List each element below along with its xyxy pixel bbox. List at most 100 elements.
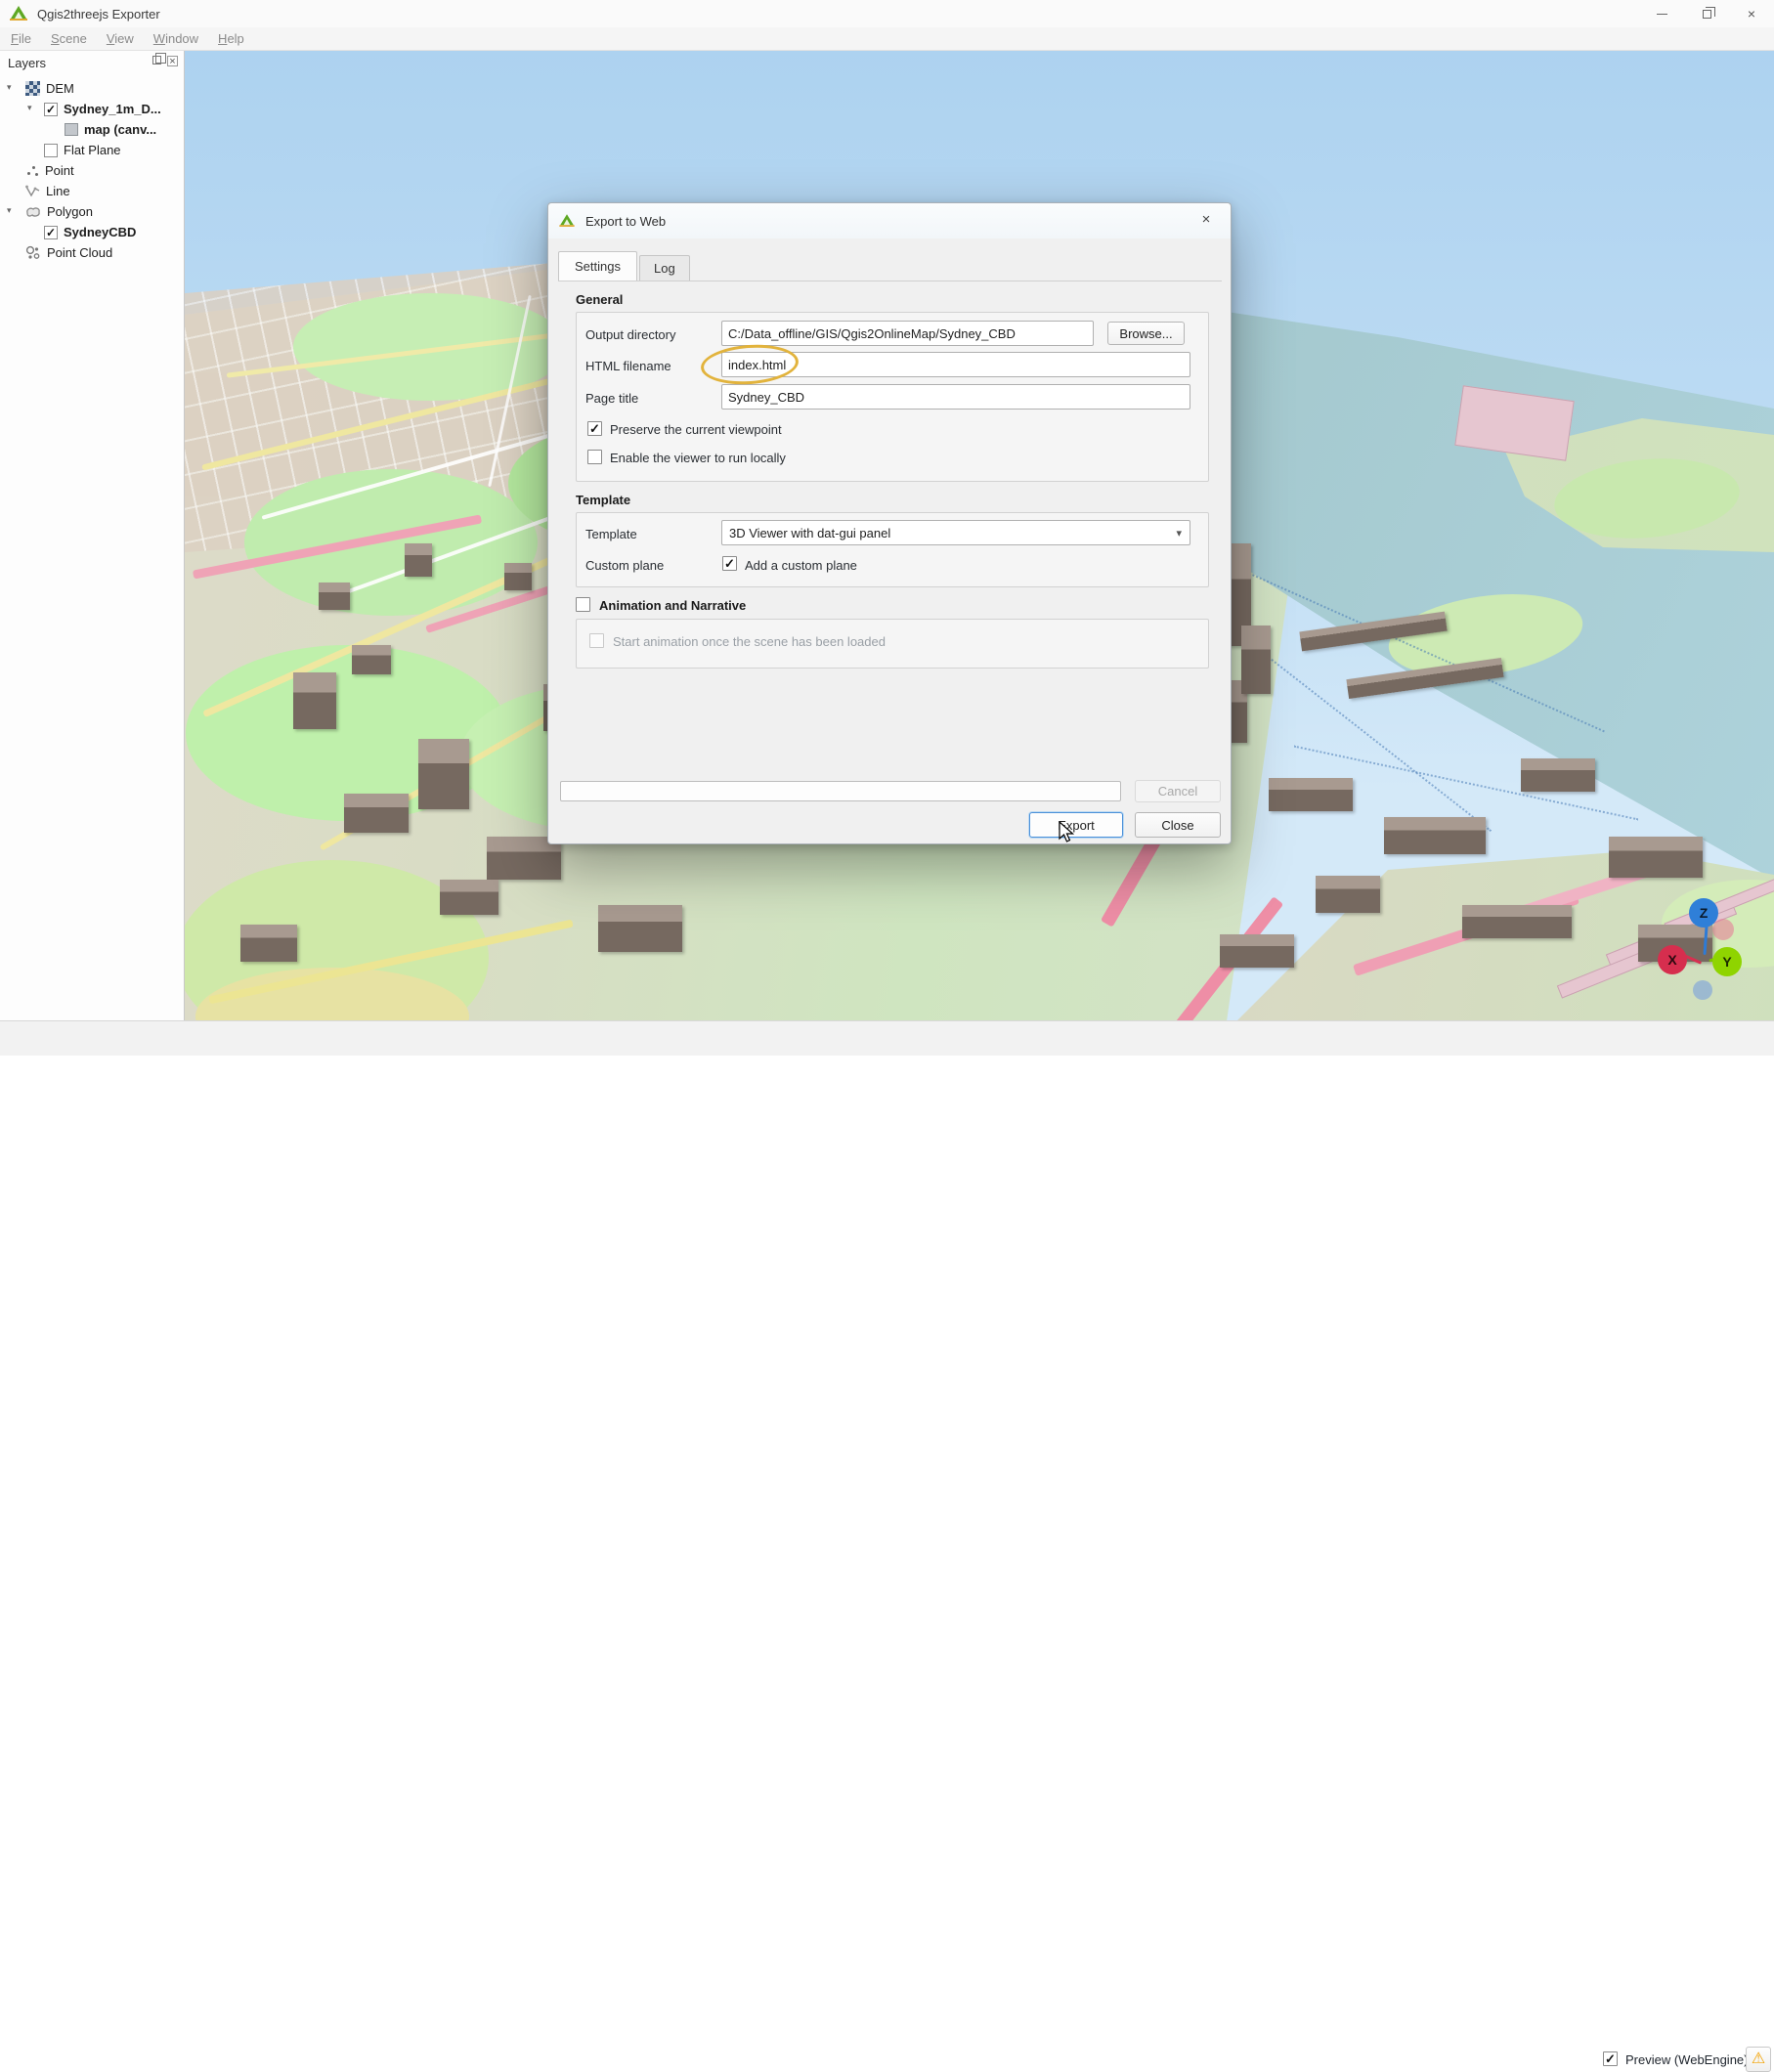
status-bar: ✓ Preview (WebEngine) ⚠: [0, 1020, 1774, 1056]
browse-button[interactable]: Browse...: [1107, 322, 1185, 345]
layer-row-dem[interactable]: ▾ DEM: [0, 78, 185, 99]
page-title-input[interactable]: [721, 384, 1190, 410]
layer-row-line[interactable]: Line: [0, 181, 185, 201]
layer-row-point[interactable]: Point: [0, 160, 185, 181]
building: [418, 739, 469, 809]
expander-icon[interactable]: ▾: [7, 205, 12, 216]
layer-row-sydney-dem[interactable]: ▾ ✓ Sydney_1m_D...: [0, 99, 185, 119]
axis-faint-ball: [1693, 980, 1712, 1000]
expander-icon[interactable]: ▾: [7, 82, 12, 93]
preserve-viewpoint-checkbox[interactable]: ✓: [587, 421, 602, 436]
qgis2threejs-logo-icon: [559, 214, 574, 228]
menu-scene[interactable]: Scene: [42, 28, 96, 49]
dock-close-icon[interactable]: ×: [167, 56, 178, 66]
layer-row-sydneycbd[interactable]: ✓ SydneyCBD: [0, 222, 185, 242]
dialog-close-icon[interactable]: ×: [1195, 211, 1217, 231]
line-layer-icon: [25, 184, 40, 198]
custom-plane-label: Custom plane: [585, 558, 664, 573]
warning-icon: ⚠: [1752, 2051, 1765, 2067]
tab-log[interactable]: Log: [639, 255, 690, 281]
preserve-viewpoint-label: Preserve the current viewpoint: [610, 422, 782, 437]
layer-label: Point: [45, 163, 74, 178]
building: [1269, 778, 1353, 811]
layer-label: map (canv...: [84, 122, 156, 137]
building: [1241, 626, 1271, 694]
layer-label: Flat Plane: [64, 143, 121, 157]
dialog-tabbar: Settings Log: [558, 251, 692, 281]
layer-label: Point Cloud: [47, 245, 112, 260]
dialog-title: Export to Web: [585, 214, 666, 229]
layer-label: DEM: [46, 81, 74, 96]
expander-icon[interactable]: ▾: [27, 103, 32, 113]
building: [1462, 905, 1572, 938]
axis-faint-ball: [1712, 919, 1734, 940]
close-dialog-button[interactable]: Close: [1135, 812, 1221, 838]
layers-panel-title: Layers: [8, 56, 46, 70]
custom-plane-checkbox[interactable]: ✓: [722, 556, 737, 571]
layer-tree: ▾ DEM ▾ ✓ Sydney_1m_D... map (canv... Fl…: [0, 78, 185, 263]
tab-settings[interactable]: Settings: [558, 251, 637, 281]
park-patch: [244, 469, 538, 616]
building: [504, 563, 532, 590]
building: [293, 672, 336, 729]
map-canvas-icon: [65, 123, 78, 136]
building: [405, 543, 432, 577]
layers-panel: Layers × ▾ DEM ▾ ✓ Sydney_1m_D... map (c…: [0, 51, 185, 1020]
preview-webengine-label: Preview (WebEngine): [1625, 2052, 1748, 2067]
point-layer-icon: [25, 164, 39, 178]
restore-button[interactable]: [1684, 0, 1729, 27]
layer-label: Polygon: [47, 204, 93, 219]
template-label: Template: [585, 527, 637, 541]
building: [1384, 817, 1486, 854]
template-combobox[interactable]: 3D Viewer with dat-gui panel ▾: [721, 520, 1190, 545]
animation-heading: Animation and Narrative: [599, 598, 746, 613]
enable-local-checkbox[interactable]: [587, 450, 602, 464]
building: [440, 880, 498, 915]
html-filename-label: HTML filename: [585, 359, 671, 373]
mouse-cursor: [1058, 821, 1079, 849]
layer-row-polygon[interactable]: ▾ Polygon: [0, 201, 185, 222]
animation-checkbox[interactable]: [576, 597, 590, 612]
point-cloud-icon: [25, 245, 41, 260]
warning-button[interactable]: ⚠: [1746, 2047, 1771, 2072]
building: [1521, 758, 1595, 792]
axis-x-ball: X: [1658, 945, 1687, 974]
building: [1316, 876, 1380, 913]
menu-window[interactable]: Window: [145, 28, 207, 49]
layer-checkbox[interactable]: ✓: [44, 226, 58, 239]
window-title: Qgis2threejs Exporter: [37, 7, 160, 22]
menu-help[interactable]: Help: [209, 28, 253, 49]
start-animation-label: Start animation once the scene has been …: [613, 634, 886, 649]
preview-webengine-checkbox[interactable]: ✓: [1603, 2051, 1618, 2066]
layer-row-point-cloud[interactable]: Point Cloud: [0, 242, 185, 263]
building: [240, 925, 297, 962]
close-button[interactable]: ×: [1729, 0, 1774, 27]
page-title-label: Page title: [585, 391, 638, 406]
axis-y-ball: Y: [1712, 947, 1742, 976]
output-directory-label: Output directory: [585, 327, 676, 342]
layer-row-flat-plane[interactable]: Flat Plane: [0, 140, 185, 160]
layer-checkbox[interactable]: [44, 144, 58, 157]
building: [1220, 934, 1294, 968]
cancel-button: Cancel: [1135, 780, 1221, 802]
general-heading: General: [576, 292, 623, 307]
layer-label: Sydney_1m_D...: [64, 102, 161, 116]
close-icon: ×: [1748, 6, 1755, 22]
restore-icon: [1703, 10, 1711, 19]
window-titlebar: Qgis2threejs Exporter: [0, 0, 1774, 27]
building: [1609, 837, 1703, 878]
qgis2threejs-logo-icon: [10, 6, 27, 22]
dock-float-icon[interactable]: [152, 56, 161, 65]
layer-row-map-canvas[interactable]: map (canv...: [0, 119, 185, 140]
minimize-button[interactable]: [1639, 0, 1684, 27]
start-animation-checkbox: [589, 633, 604, 648]
layer-label: Line: [46, 184, 70, 198]
axis-z-ball: Z: [1689, 898, 1718, 928]
output-directory-input[interactable]: [721, 321, 1094, 346]
menu-file[interactable]: File: [2, 28, 40, 49]
polygon-layer-icon: [25, 205, 41, 219]
html-filename-input[interactable]: [721, 352, 1190, 377]
menu-view[interactable]: View: [98, 28, 143, 49]
layer-checkbox[interactable]: ✓: [44, 103, 58, 116]
dialog-titlebar: Export to Web ×: [548, 203, 1231, 238]
